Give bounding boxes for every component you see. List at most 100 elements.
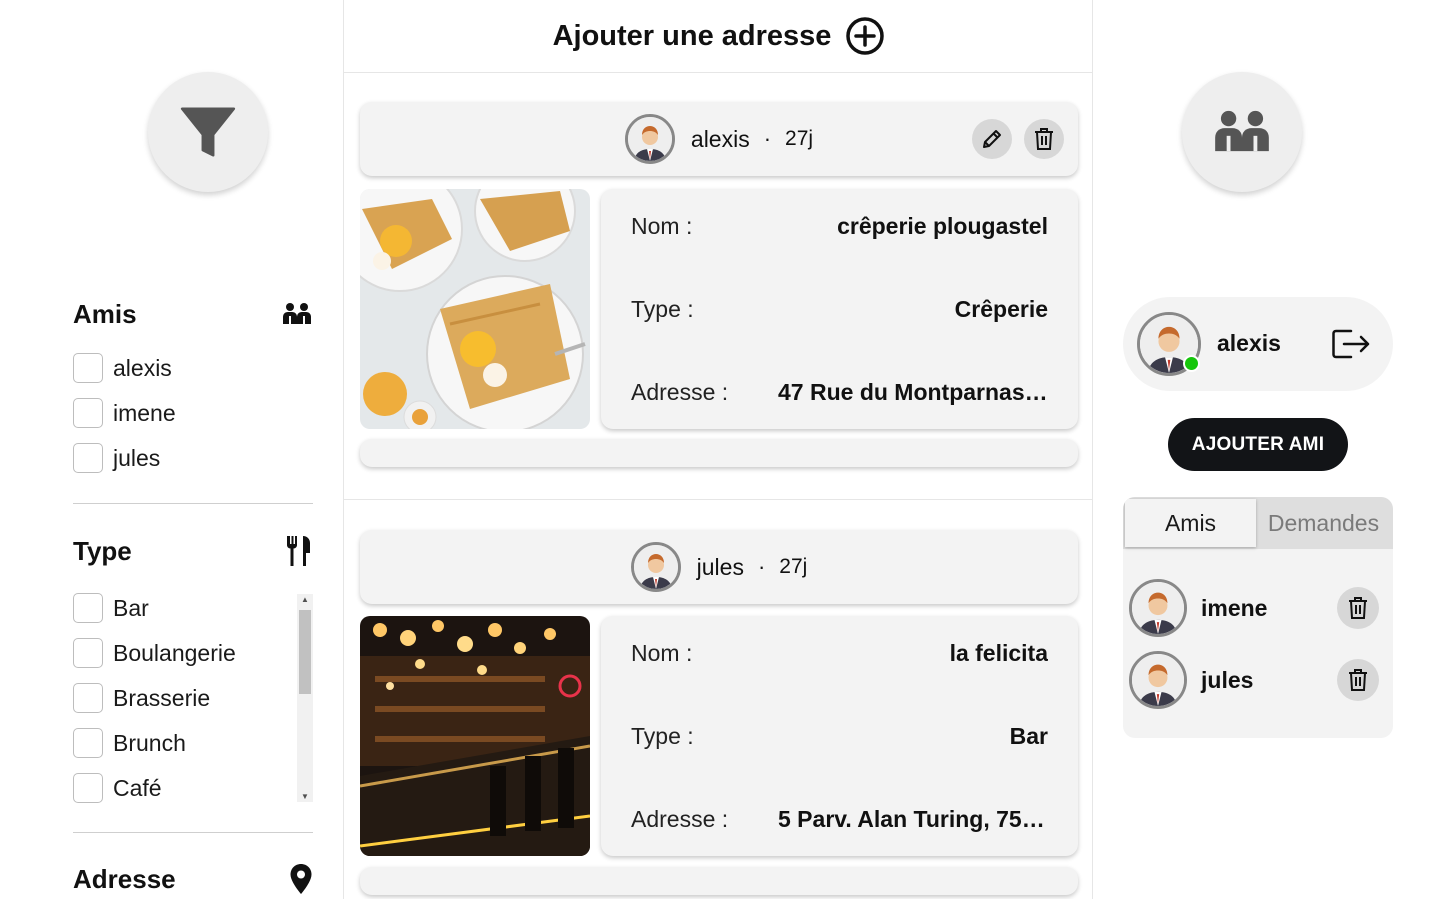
post-author[interactable]: jules bbox=[697, 554, 744, 581]
adresse-label: Adresse : bbox=[631, 806, 729, 832]
people-icon bbox=[283, 303, 311, 324]
bar-photo[interactable] bbox=[360, 616, 590, 856]
amis-option-label: alexis bbox=[113, 354, 172, 381]
avatar bbox=[1129, 579, 1187, 637]
type-option[interactable]: Café bbox=[73, 773, 162, 803]
info-type: Type : Crêperie bbox=[631, 296, 1048, 323]
add-friend-button[interactable]: AJOUTER AMI bbox=[1168, 418, 1348, 471]
trash-icon bbox=[1035, 128, 1053, 150]
logout-icon[interactable] bbox=[1331, 328, 1371, 365]
remove-friend-button[interactable] bbox=[1337, 587, 1379, 629]
divider bbox=[73, 832, 313, 833]
add-circle-icon[interactable] bbox=[845, 16, 885, 56]
type-option-label: Bar bbox=[113, 594, 149, 621]
type-option-label: Brasserie bbox=[113, 684, 211, 711]
amis-option[interactable]: jules bbox=[73, 443, 160, 473]
avatar bbox=[624, 114, 675, 164]
nom-label: Nom : bbox=[631, 640, 693, 666]
tab-demandes[interactable]: Demandes bbox=[1256, 497, 1391, 549]
amis-option[interactable]: alexis bbox=[73, 353, 172, 383]
friends-toggle-button[interactable] bbox=[1182, 72, 1302, 192]
trash-icon bbox=[1349, 669, 1367, 691]
friend-name[interactable]: imene bbox=[1201, 595, 1337, 622]
adresse-value[interactable]: 47 Rue du Montparnasse, 75014 Paris bbox=[778, 379, 1048, 406]
post-footer bbox=[360, 439, 1078, 467]
edit-button[interactable] bbox=[972, 119, 1012, 159]
adresse-filter-title: Adresse bbox=[73, 863, 176, 894]
adresse-value[interactable]: 5 Parv. Alan Turing, 75013 Paris bbox=[778, 806, 1048, 833]
amis-filter-title: Amis bbox=[73, 298, 137, 329]
add-address-header[interactable]: Ajouter une adresse bbox=[344, 0, 1092, 73]
checkbox[interactable] bbox=[73, 398, 103, 428]
delete-button[interactable] bbox=[1024, 119, 1064, 159]
avatar bbox=[1129, 651, 1187, 709]
adresse-filter-header: Adresse bbox=[73, 863, 313, 895]
post-time: 27j bbox=[785, 127, 814, 150]
type-value: Crêperie bbox=[954, 296, 1048, 322]
separator-dot: · bbox=[757, 554, 766, 579]
type-filter-title: Type bbox=[73, 535, 132, 566]
post-actions bbox=[972, 119, 1064, 159]
address-feed: Ajouter une adresse alexis · 27j Nom: c… bbox=[343, 0, 1093, 899]
avatar bbox=[630, 542, 681, 592]
type-option-label: Boulangerie bbox=[113, 639, 236, 666]
info-adresse: Adresse : 47 Rue du Montparnasse, 75014 … bbox=[631, 379, 1048, 406]
info-adresse: Adresse : 5 Parv. Alan Turing, 75013 Par… bbox=[631, 806, 1048, 833]
type-option[interactable]: Brunch bbox=[73, 728, 186, 758]
post-header: jules · 27j bbox=[360, 530, 1078, 604]
friend-name[interactable]: jules bbox=[1201, 667, 1337, 694]
checkbox[interactable] bbox=[73, 593, 103, 623]
post-author[interactable]: alexis bbox=[691, 126, 750, 153]
checkbox[interactable] bbox=[73, 683, 103, 713]
trash-icon bbox=[1349, 597, 1367, 619]
info-nom: Nom : la felicita bbox=[631, 640, 1048, 667]
current-user-pill: alexis bbox=[1123, 297, 1393, 391]
type-list-scrollbar[interactable]: ▲ ▼ bbox=[297, 594, 313, 802]
checkbox[interactable] bbox=[73, 638, 103, 668]
online-status-dot bbox=[1183, 355, 1200, 372]
checkbox[interactable] bbox=[73, 773, 103, 803]
crepes-photo[interactable] bbox=[360, 189, 590, 429]
type-option-label: Brunch bbox=[113, 729, 186, 756]
type-option[interactable]: Boulangerie bbox=[73, 638, 236, 668]
post-header: alexis · 27j bbox=[360, 102, 1078, 176]
pencil-icon bbox=[983, 130, 1001, 148]
utensils-icon bbox=[287, 536, 310, 566]
current-username: alexis bbox=[1217, 330, 1281, 356]
separator-dot: · bbox=[763, 126, 772, 151]
amis-option-label: jules bbox=[113, 444, 161, 471]
nom-label: Nom : bbox=[631, 213, 693, 239]
type-filter-header: Type bbox=[73, 535, 313, 567]
type-label: Type : bbox=[631, 723, 694, 749]
post-time: 27j bbox=[779, 555, 808, 578]
address-info-card: Nom : la felicita Type : Bar Adresse : 5… bbox=[601, 616, 1078, 856]
people-icon bbox=[1215, 110, 1269, 152]
friend-row: jules bbox=[1129, 650, 1379, 710]
amis-filter-header: Amis bbox=[73, 298, 313, 330]
friends-panel: alexis AJOUTER AMI Amis Demandes imene j… bbox=[1093, 0, 1433, 899]
type-option[interactable]: Brasserie bbox=[73, 683, 210, 713]
filter-sidebar: Amis alexis imene jules Type Bar Boulang… bbox=[0, 0, 343, 899]
friends-list-box: Amis Demandes imene jules bbox=[1123, 497, 1393, 738]
info-nom: Nom : crêperie plougastel bbox=[631, 213, 1048, 240]
type-option-label: Café bbox=[113, 774, 162, 801]
info-type: Type : Bar bbox=[631, 723, 1048, 750]
location-pin-icon bbox=[290, 864, 312, 894]
scrollbar-thumb[interactable] bbox=[299, 610, 311, 694]
filter-toggle-button[interactable] bbox=[148, 72, 268, 192]
checkbox[interactable] bbox=[73, 728, 103, 758]
checkbox[interactable] bbox=[73, 443, 103, 473]
scroll-up-arrow-icon[interactable]: ▲ bbox=[297, 595, 313, 604]
remove-friend-button[interactable] bbox=[1337, 659, 1379, 701]
add-address-title: Ajouter une adresse bbox=[552, 19, 832, 52]
type-value: Bar bbox=[1009, 723, 1048, 749]
scroll-down-arrow-icon[interactable]: ▼ bbox=[297, 792, 313, 801]
post-footer bbox=[360, 867, 1078, 895]
tab-amis[interactable]: Amis bbox=[1125, 499, 1256, 547]
amis-option-label: imene bbox=[113, 399, 176, 426]
amis-option[interactable]: imene bbox=[73, 398, 176, 428]
type-option[interactable]: Bar bbox=[73, 593, 149, 623]
divider bbox=[73, 503, 313, 504]
checkbox[interactable] bbox=[73, 353, 103, 383]
nom-value: crêperie plougastel bbox=[837, 213, 1048, 239]
